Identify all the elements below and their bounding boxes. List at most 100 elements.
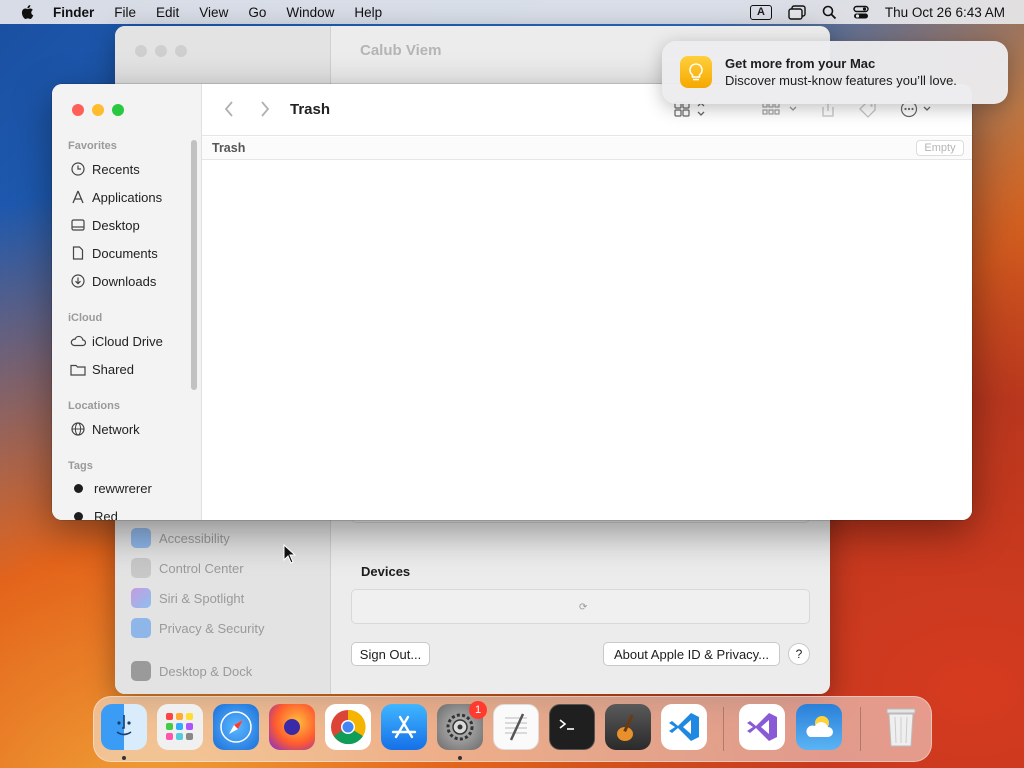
menu-go[interactable]: Go [248,5,266,20]
close-button[interactable] [72,104,84,116]
dock-terminal-icon[interactable] [549,704,595,750]
cloud-icon [70,333,86,349]
settings-minimize-button[interactable] [155,45,167,57]
dock-textedit-icon[interactable] [493,704,539,750]
screen-mirroring-icon[interactable] [788,4,806,20]
dock-safari-icon[interactable] [213,704,259,750]
dock-weather-icon[interactable] [796,704,842,750]
clock-icon [70,161,86,177]
sidebar-item-documents[interactable]: Documents [70,245,158,261]
lightbulb-icon [680,56,712,88]
back-chevron-icon[interactable] [224,101,234,122]
minimize-button[interactable] [92,104,104,116]
sidebar-item-label: Siri & Spotlight [159,590,245,606]
sidebar-item-label: Recents [92,161,140,177]
settings-sidebar-control-center[interactable]: Control Center [131,558,244,578]
window-title: Trash [290,101,331,118]
sidebar-item-recents[interactable]: Recents [70,161,140,177]
sidebar-item-label: Desktop [92,217,140,233]
menu-edit[interactable]: Edit [156,5,179,20]
menu-file[interactable]: File [114,5,136,20]
notification-badge: 1 [469,701,487,719]
menu-bar: Finder File Edit View Go Window Help A T… [0,0,1024,24]
zoom-button[interactable] [112,104,124,116]
sidebar-item-label: Accessibility [159,530,230,546]
apple-menu-icon[interactable] [19,3,37,21]
dock-separator [723,707,724,751]
section-icloud: iCloud [68,312,103,324]
sidebar-scrollbar[interactable] [191,140,197,390]
dock-separator [860,707,861,751]
menu-app-name[interactable]: Finder [53,5,94,20]
desktop-icon [70,217,86,233]
shared-folder-icon [70,361,86,377]
tag-color-icon [74,484,83,493]
sidebar-tag-rewwrerer[interactable]: rewwrerer [70,481,152,496]
dock-finder-icon[interactable] [101,704,147,750]
settings-title: Calub Viem [360,42,442,59]
section-tags: Tags [68,460,93,472]
menu-clock[interactable]: Thu Oct 26 6:43 AM [885,5,1005,20]
sidebar-item-label: Downloads [92,273,157,289]
running-indicator [122,756,126,760]
settings-close-button[interactable] [135,45,147,57]
dock-chrome-icon[interactable] [325,704,371,750]
sidebar-item-label: Documents [92,245,158,261]
section-locations: Locations [68,400,120,412]
applications-icon [70,189,86,205]
sidebar-item-shared[interactable]: Shared [70,361,134,377]
sidebar-item-downloads[interactable]: Downloads [70,273,156,289]
devices-list: ⟳ [351,589,810,624]
running-indicator [458,756,462,760]
sign-out-button[interactable]: Sign Out... [351,642,430,666]
settings-sidebar-accessibility[interactable]: Accessibility [131,528,230,548]
settings-sidebar-privacy[interactable]: Privacy & Security [131,618,264,638]
menu-view[interactable]: View [199,5,228,20]
sidebar-item-network[interactable]: Network [70,421,140,437]
empty-trash-button[interactable]: Empty [916,140,964,156]
download-icon [70,273,86,289]
sidebar-item-applications[interactable]: Applications [70,189,162,205]
dock-app-store-icon[interactable] [381,704,427,750]
dock-vscode-icon[interactable] [661,704,707,750]
sidebar-item-desktop[interactable]: Desktop [70,217,140,233]
tag-color-icon [74,512,83,520]
loading-spinner-icon: ⟳ [579,602,588,613]
siri-icon [131,588,151,608]
privacy-hand-icon [131,618,151,638]
control-center-icon [131,558,151,578]
sidebar-tag-red[interactable]: Red [70,509,118,520]
file-list-area[interactable] [202,161,972,520]
sidebar-item-icloud-drive[interactable]: iCloud Drive [70,333,163,349]
devices-heading: Devices [361,564,411,579]
sidebar-item-label: rewwrerer [94,481,152,496]
menu-help[interactable]: Help [354,5,382,20]
document-icon [70,245,86,261]
forward-chevron-icon[interactable] [260,101,270,122]
finder-window: Favorites Recents Applications Desktop D… [52,84,972,520]
dock-visual-studio-icon[interactable] [739,704,785,750]
dock-trash-icon[interactable] [878,704,924,750]
sidebar-item-label: Applications [92,189,163,205]
sidebar-item-label: Red [94,509,118,520]
notification-body: Discover must-know features you’ll love. [725,73,957,88]
menu-window[interactable]: Window [286,5,334,20]
help-button[interactable]: ? [788,643,810,665]
dock-firefox-icon[interactable] [269,704,315,750]
path-bar: Trash Empty [202,137,972,160]
settings-sidebar-siri[interactable]: Siri & Spotlight [131,588,244,608]
dock: 1 [93,696,932,762]
input-source-icon[interactable]: A [749,4,772,20]
sidebar-item-label: Control Center [159,560,244,576]
accessibility-icon [131,528,151,548]
settings-sidebar-desktop-dock[interactable]: Desktop & Dock [131,661,252,681]
about-apple-id-button[interactable]: About Apple ID & Privacy... [603,642,780,666]
mouse-cursor-icon [283,544,297,564]
settings-zoom-button[interactable] [175,45,187,57]
sidebar-item-label: Privacy & Security [159,620,265,636]
dock-launchpad-icon[interactable] [157,704,203,750]
spotlight-icon[interactable] [822,5,837,20]
notification-banner[interactable]: Get more from your Mac Discover must-kno… [662,41,1008,104]
control-center-icon[interactable] [853,5,869,20]
dock-garageband-icon[interactable] [605,704,651,750]
